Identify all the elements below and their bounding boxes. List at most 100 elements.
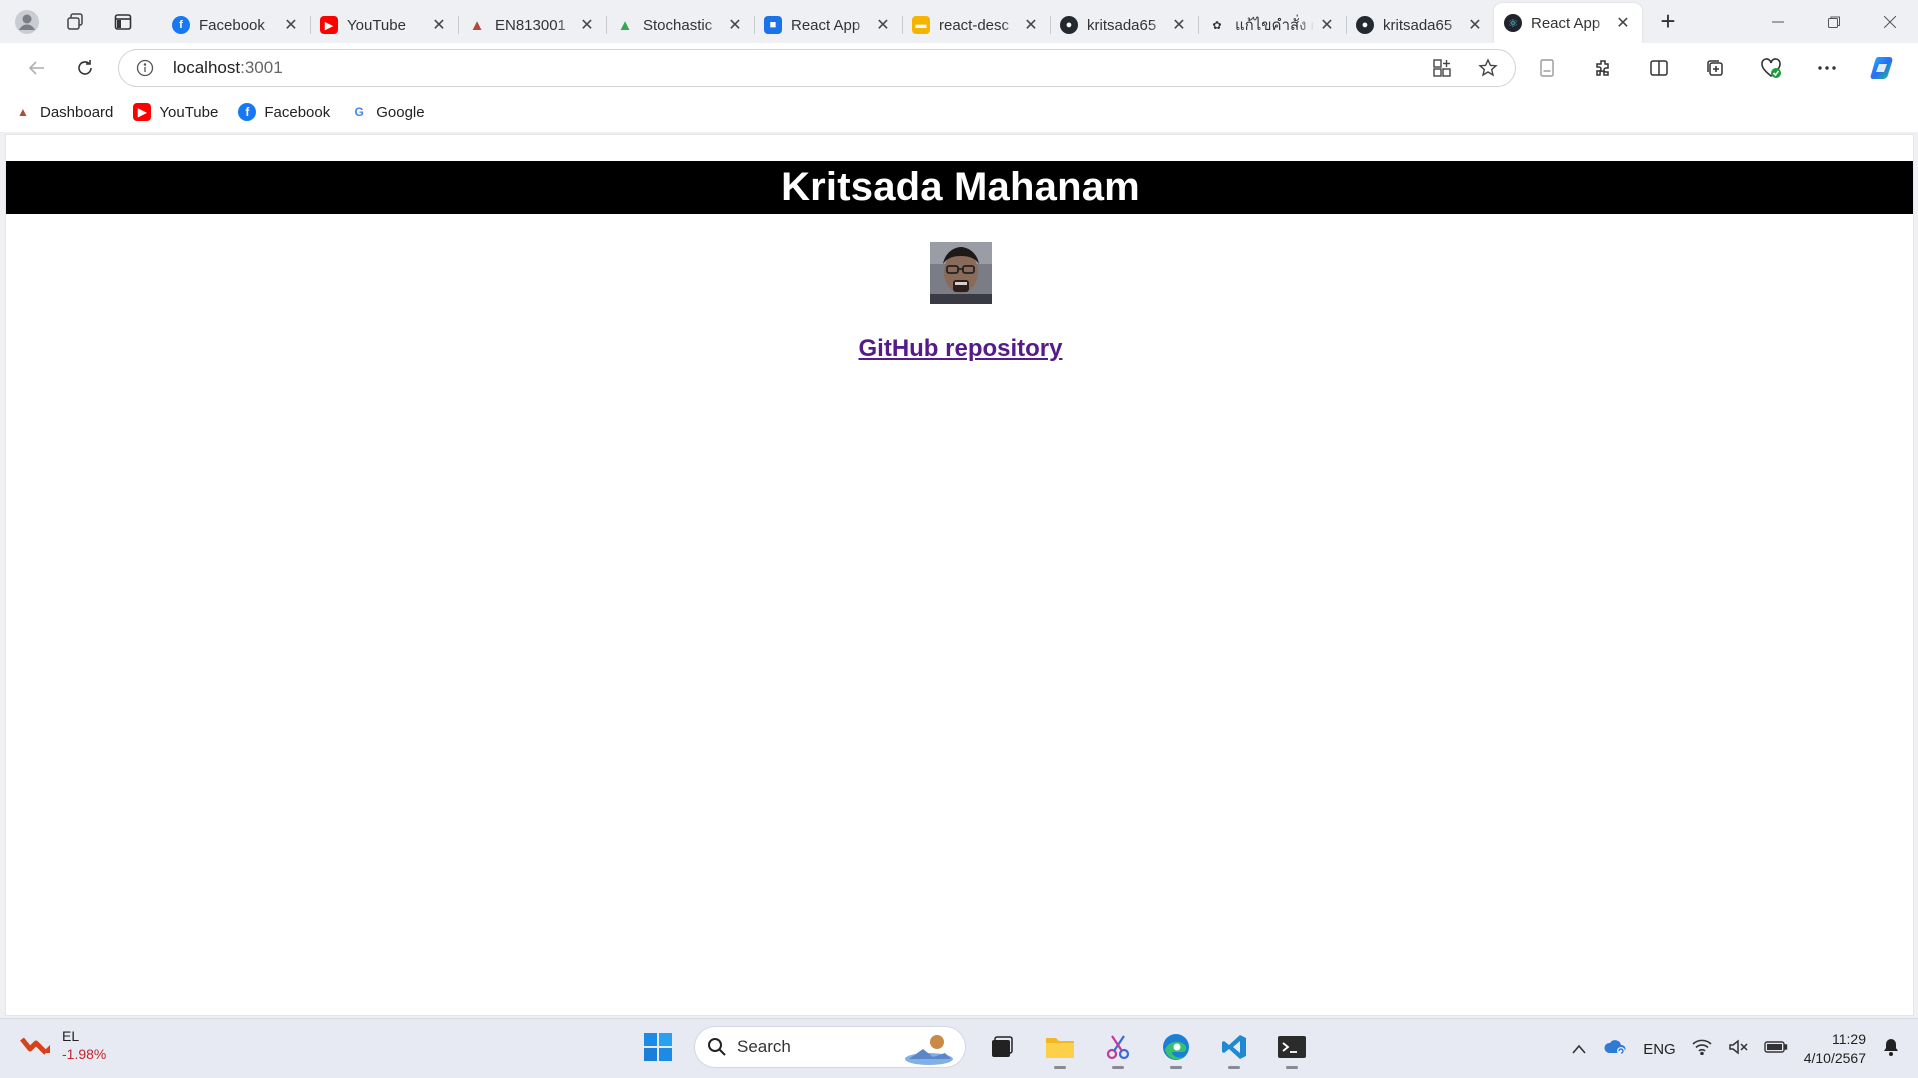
extensions-icon[interactable] (1582, 49, 1624, 87)
clock[interactable]: 11:29 4/10/2567 (1804, 1030, 1866, 1068)
refresh-icon (78, 59, 92, 75)
language-indicator[interactable]: ENG (1643, 1041, 1676, 1058)
github-icon: ● (1356, 16, 1374, 34)
show-hidden-icons-icon[interactable] (1571, 1041, 1587, 1058)
tab-list: f Facebook ✕ ▶ YouTube ✕ ▲ EN813001 ✕ ▲ Stochastic… (162, 0, 1642, 43)
task-view-icon (992, 1036, 1013, 1057)
classroom-icon: ■ (764, 16, 782, 34)
reading-view-icon[interactable] (1526, 49, 1568, 87)
bookmark-label: Facebook (264, 103, 331, 121)
stock-chart-icon (20, 1037, 50, 1055)
tab-title: Stochastic (643, 16, 713, 34)
github-repository-link[interactable]: GitHub repository (858, 335, 1062, 362)
onedrive-icon[interactable] (1603, 1038, 1627, 1060)
notification-bell-icon[interactable] (1882, 1037, 1900, 1061)
taskbar-search[interactable]: Search (694, 1026, 966, 1068)
workspaces-icon[interactable] (60, 7, 90, 37)
tab-strip-controls (0, 7, 162, 37)
close-tab-icon[interactable]: ✕ (1466, 16, 1484, 34)
profile-icon[interactable] (12, 7, 42, 37)
close-tab-icon[interactable]: ✕ (282, 16, 300, 34)
stock-widget-text: EL -1.98% (62, 1027, 106, 1063)
collections-icon[interactable] (1694, 49, 1736, 87)
more-menu-icon[interactable] (1806, 49, 1848, 87)
system-tray: ENG 11:29 4/10/2567 (1571, 1019, 1900, 1078)
terminal-button[interactable] (1270, 1025, 1314, 1069)
favorites-bar: ▲ Dashboard ▶ YouTube f Facebook G Google (0, 92, 1918, 132)
tab[interactable]: ■ React App ✕ (754, 7, 902, 43)
bookmark-dashboard[interactable]: ▲ Dashboard (14, 103, 113, 121)
battery-icon[interactable] (1764, 1040, 1788, 1058)
windows-taskbar: EL -1.98% Search ENG 11:29 4/10/2567 (0, 1018, 1918, 1078)
window-controls (1750, 0, 1918, 43)
task-view-button[interactable] (980, 1025, 1024, 1069)
tab[interactable]: ● kritsada65 ✕ (1050, 7, 1198, 43)
wifi-icon[interactable] (1692, 1039, 1712, 1059)
volume-muted-icon[interactable] (1728, 1039, 1748, 1059)
tab[interactable]: ✿ แก้ไขคำสั่ง n ✕ (1198, 7, 1346, 43)
google-icon: G (354, 105, 364, 119)
app-available-icon[interactable] (1425, 51, 1459, 85)
search-icon (708, 1038, 726, 1056)
bookmark-google[interactable]: G Google (350, 103, 425, 121)
back-button[interactable] (18, 49, 56, 87)
start-button[interactable] (636, 1025, 680, 1069)
tab-title: React App (791, 16, 861, 34)
url-text[interactable]: localhost:3001 (173, 58, 1413, 78)
new-tab-button[interactable]: + (1648, 4, 1688, 40)
snipping-tool-button[interactable] (1096, 1025, 1140, 1069)
close-tab-icon[interactable]: ✕ (726, 16, 744, 34)
close-tab-icon[interactable]: ✕ (1318, 16, 1336, 34)
tab[interactable]: ● kritsada65 ✕ (1346, 7, 1494, 43)
youtube-icon: ▶ (320, 16, 338, 34)
search-highlight-icon (905, 1035, 953, 1065)
vertical-tabs-icon[interactable] (108, 7, 138, 37)
bookmark-facebook[interactable]: f Facebook (238, 103, 330, 121)
snipping-tool-icon (1106, 1035, 1130, 1060)
minimize-button[interactable] (1750, 0, 1806, 43)
browser-essentials-icon[interactable] (1750, 49, 1792, 87)
close-tab-icon[interactable]: ✕ (1614, 14, 1632, 32)
tab-title: แก้ไขคำสั่ง n (1235, 17, 1314, 34)
tab[interactable]: ▲ Stochastic ✕ (606, 7, 754, 43)
tab-title: React App (1531, 14, 1601, 32)
refresh-button[interactable] (66, 49, 104, 87)
stock-widget[interactable]: EL -1.98% (20, 1027, 106, 1063)
edge-button[interactable] (1154, 1025, 1198, 1069)
bookmark-youtube[interactable]: ▶ YouTube (133, 103, 218, 121)
close-tab-icon[interactable]: ✕ (430, 16, 448, 34)
close-tab-icon[interactable]: ✕ (1022, 16, 1040, 34)
close-tab-icon[interactable]: ✕ (578, 16, 596, 34)
tab[interactable]: ▶ YouTube ✕ (310, 7, 458, 43)
favorite-star-icon[interactable] (1471, 51, 1505, 85)
tab[interactable]: ▬ react-desc ✕ (902, 7, 1050, 43)
copilot-icon[interactable] (1862, 49, 1904, 87)
profile-photo (930, 242, 992, 304)
close-window-button[interactable] (1862, 0, 1918, 43)
browser-window: f Facebook ✕ ▶ YouTube ✕ ▲ EN813001 ✕ ▲ Stochastic… (0, 0, 1918, 1078)
vscode-button[interactable] (1212, 1025, 1256, 1069)
toolbar-right (1526, 49, 1904, 87)
close-tab-icon[interactable]: ✕ (874, 16, 892, 34)
web-page: Kritsada Mahanam GitHub repository (5, 134, 1914, 1016)
address-bar[interactable]: localhost:3001 (118, 48, 1516, 87)
bookmark-label: YouTube (159, 103, 219, 121)
google-drive-icon: ▲ (617, 16, 633, 34)
running-indicator (1170, 1066, 1182, 1069)
stock-change: -1.98% (62, 1046, 107, 1062)
canvas-icon: ▲ (469, 16, 485, 34)
file-explorer-button[interactable] (1038, 1025, 1082, 1069)
tab[interactable]: f Facebook ✕ (162, 7, 310, 43)
arrow-left-icon (28, 60, 44, 75)
restore-button[interactable] (1806, 0, 1862, 43)
tab-title: Facebook (199, 16, 265, 34)
github-link-wrapper: GitHub repository (6, 335, 1913, 363)
site-info-icon[interactable] (135, 58, 155, 78)
edge-icon (1163, 1034, 1189, 1060)
vscode-icon (1222, 1035, 1246, 1059)
tab[interactable]: ▲ EN813001 ✕ (458, 7, 606, 43)
split-screen-icon[interactable] (1638, 49, 1680, 87)
tab-active[interactable]: ⚛ React App ✕ (1494, 3, 1642, 43)
running-indicator (1054, 1066, 1066, 1069)
close-tab-icon[interactable]: ✕ (1170, 16, 1188, 34)
